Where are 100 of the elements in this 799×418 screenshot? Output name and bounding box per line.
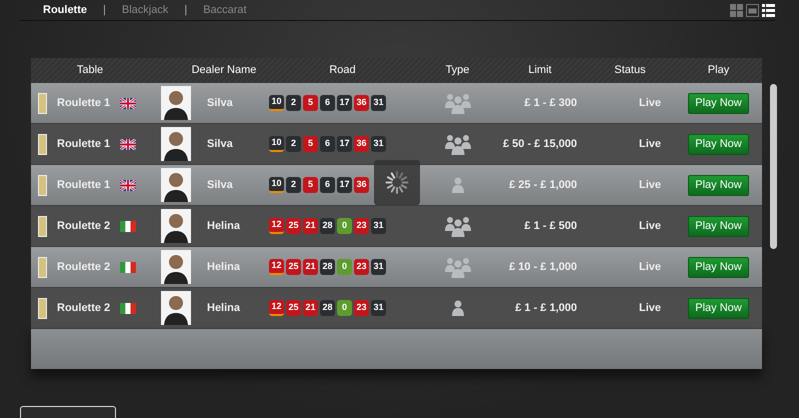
table-row[interactable]: Roulette 1 Silva 10 2 5 6 17 36 £ 25 - £ 1,000 Live Play Now [31, 165, 762, 206]
limit-text: £ 1 - £ 500 [524, 218, 578, 234]
road-result: 10 [269, 136, 284, 152]
column-header: Dealer Name [190, 63, 256, 78]
road-result: 25 [286, 300, 301, 316]
column-header: Type [446, 63, 470, 78]
road-result: 6 [320, 136, 335, 152]
road-result: 0 [337, 300, 352, 316]
road-result: 31 [371, 218, 386, 234]
flag-icon [120, 302, 136, 314]
dealer-avatar [161, 209, 191, 243]
play-now-button[interactable]: Play Now [688, 92, 749, 114]
road-result: 21 [303, 218, 318, 234]
dealer-avatar [161, 291, 191, 325]
table-row[interactable]: Roulette 2 Helina 12 25 21 28 0 23 31 £ 10 - £ 1,000 Live Play Now [31, 247, 762, 288]
status-bar [38, 216, 47, 236]
limit-text: £ 1 - £ 300 [524, 96, 578, 111]
group-icon [444, 133, 470, 155]
status-text: Live [638, 260, 661, 275]
road-result: 28 [320, 300, 335, 316]
road-result: 36 [354, 136, 369, 152]
road-result: 5 [303, 95, 318, 111]
road-result: 17 [337, 177, 352, 193]
flag-icon [120, 220, 136, 232]
road-result: 2 [286, 177, 301, 193]
road-result: 2 [286, 95, 301, 111]
status-text: Live [638, 136, 661, 152]
road-result: 6 [320, 95, 335, 111]
play-now-button[interactable]: Play Now [688, 298, 749, 318]
group-icon [444, 256, 470, 278]
road-result: 0 [337, 259, 352, 275]
road-result: 17 [337, 136, 352, 152]
road-result: 6 [320, 177, 335, 193]
list-view-icon[interactable] [762, 4, 775, 16]
road-result: 12 [269, 218, 284, 234]
road-result: 25 [286, 259, 301, 275]
status-bar [38, 134, 47, 154]
dealer-avatar [161, 86, 191, 120]
group-icon [444, 92, 470, 114]
dealer-name: Helina [206, 300, 242, 316]
table-name: Roulette 2 [57, 260, 110, 275]
dealer-avatar [161, 168, 191, 202]
status-text: Live [638, 218, 661, 234]
flag-icon [120, 98, 136, 108]
limit-text: £ 10 - £ 1,000 [509, 260, 578, 275]
dealer-avatar [161, 250, 191, 284]
road-result: 21 [303, 300, 318, 316]
column-header: Table [76, 63, 104, 78]
road-result: 0 [337, 218, 352, 234]
road-result: 5 [303, 177, 318, 193]
table-row[interactable]: Roulette 2 Helina 12 25 21 28 0 23 31 £ 1 - £ 1,000 Live Play Now [31, 288, 762, 329]
road-result: 25 [286, 218, 301, 234]
status-bar [38, 256, 47, 278]
grid-view-icon[interactable] [730, 4, 743, 16]
road-result: 31 [371, 95, 386, 111]
person-icon [452, 177, 464, 193]
table-row[interactable]: Roulette 1 Silva 10 2 5 6 17 36 31 £ 1 - £ 300 Live Play Now [31, 83, 762, 124]
play-now-button[interactable]: Play Now [688, 174, 749, 196]
category-tab[interactable]: Blackjack [122, 2, 168, 18]
group-icon [444, 215, 470, 237]
status-bar [38, 298, 47, 318]
dealer-avatar [161, 127, 191, 161]
play-now-button[interactable]: Play Now [688, 216, 749, 236]
road-result: 17 [337, 95, 352, 111]
limit-text: £ 50 - £ 15,000 [502, 136, 578, 152]
flag-icon [120, 138, 136, 150]
person-icon [452, 300, 464, 316]
play-now-button[interactable]: Play Now [688, 134, 749, 154]
status-bar [38, 92, 47, 114]
status-text: Live [638, 178, 661, 193]
road-result: 12 [269, 300, 284, 316]
table-name: Roulette 2 [57, 300, 110, 316]
column-header: Status [614, 63, 646, 78]
tab-separator: | [103, 2, 106, 18]
table-row[interactable]: Roulette 2 Helina 12 25 21 28 0 23 31 £ 1 - £ 500 Live Play Now [31, 206, 762, 247]
table-name: Roulette 2 [57, 218, 110, 234]
road-result: 31 [371, 300, 386, 316]
column-header: Road [329, 63, 356, 78]
table-name: Roulette 1 [57, 96, 110, 111]
table-name: Roulette 1 [57, 136, 110, 152]
dealer-name: Helina [206, 260, 242, 275]
table-row[interactable]: Roulette 1 Silva 10 2 5 6 17 36 31 £ 50 - £ 15,000 Live Play Now [31, 124, 762, 165]
flag-icon [120, 262, 136, 272]
road-result: 2 [286, 136, 301, 152]
road-result: 21 [303, 259, 318, 275]
dealer-name: Silva [206, 136, 234, 152]
column-header: Limit [528, 63, 552, 78]
table-name: Roulette 1 [57, 178, 110, 193]
road-result: 36 [354, 95, 369, 111]
category-tab[interactable]: Baccarat [203, 2, 247, 18]
road-result: 28 [320, 218, 335, 234]
play-now-button[interactable]: Play Now [688, 256, 749, 278]
card-view-icon[interactable] [746, 4, 759, 16]
road-result: 31 [371, 259, 386, 275]
limit-text: £ 1 - £ 1,000 [515, 300, 578, 316]
category-tab[interactable]: Roulette [43, 2, 87, 18]
tab-separator: | [184, 2, 188, 18]
road-result: 12 [269, 259, 284, 275]
road-result: 36 [354, 177, 369, 193]
column-header: Play [708, 63, 730, 78]
